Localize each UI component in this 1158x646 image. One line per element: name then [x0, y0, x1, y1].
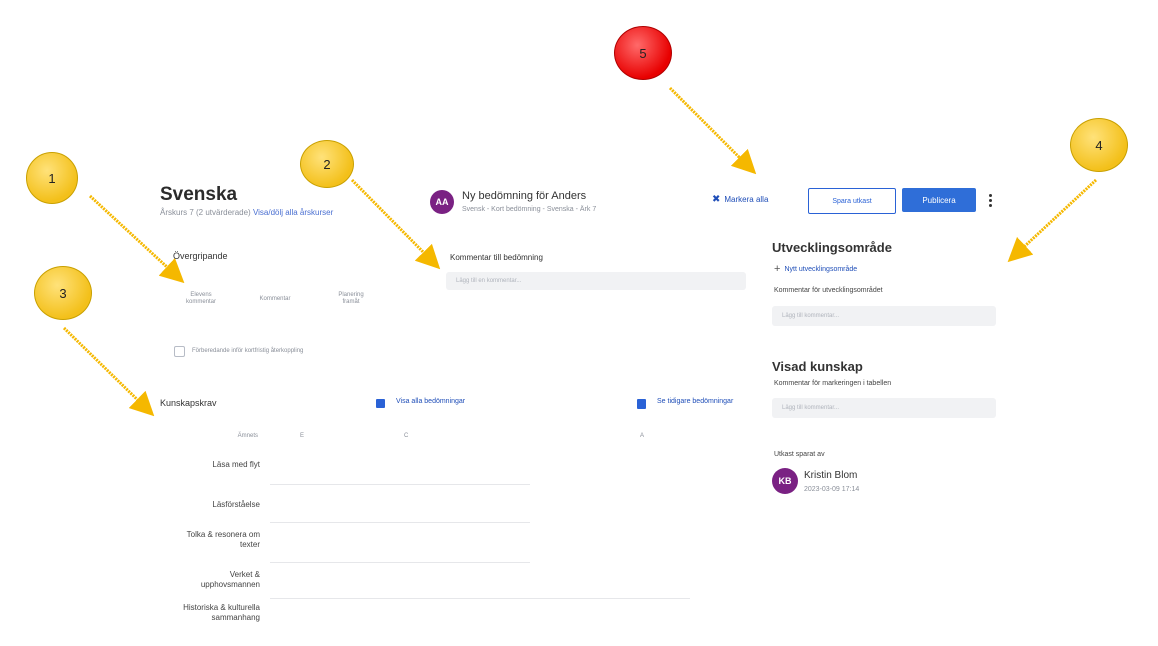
list-icon	[376, 399, 385, 408]
assessment-comment-label: Kommentar till bedömning	[450, 253, 543, 262]
row-divider	[270, 484, 530, 485]
toggle-years-link[interactable]: Visa/dölj alla årskurser	[253, 208, 333, 217]
arrow-2	[350, 178, 441, 270]
row-label-history-culture: Historiska & kulturella sammanhang	[183, 603, 260, 623]
publish-button[interactable]: Publicera	[902, 188, 976, 212]
author-timestamp: 2023-03-09 17:14	[804, 486, 860, 493]
subject-title: Svenska	[160, 184, 238, 205]
shown-knowledge-comment-label: Kommentar för markeringen i tabellen	[774, 380, 892, 387]
row-label-reading-fluency: Läsa med flyt	[212, 460, 260, 469]
development-area-title: Utvecklingsområde	[772, 240, 892, 255]
add-development-area-button[interactable]: + Nytt utvecklingsområde	[774, 263, 857, 275]
row-divider	[270, 562, 530, 563]
row-divider	[270, 522, 530, 523]
grade-header-value: E	[300, 433, 305, 439]
author-avatar: KB	[772, 468, 798, 494]
student-avatar: AA	[430, 190, 454, 214]
badge-5: 5	[614, 26, 672, 80]
plus-icon: +	[774, 263, 781, 275]
assessment-title: Ny bedömning för Anders	[462, 190, 587, 202]
development-comment-label: Kommentar för utvecklingsområdet	[774, 287, 883, 294]
tab-planning[interactable]: Planering framåt	[330, 292, 372, 306]
draft-saved-label: Utkast sparat av	[774, 451, 825, 458]
grade-header-label: Ämnets	[237, 433, 258, 439]
tab-student-comment[interactable]: Elevens kommentar	[180, 292, 222, 306]
subject-subtitle: Årskurs 7 (2 utvärderade) Visa/dölj alla…	[160, 208, 333, 217]
document-icon	[637, 399, 646, 409]
more-options-icon[interactable]	[989, 192, 992, 209]
show-all-assessments-link[interactable]: Visa alla bedömningar	[396, 398, 465, 405]
feedback-checkbox-label: Förberedande inför kortfristig återkoppl…	[192, 348, 304, 354]
assessment-comment-input[interactable]: Lägg till en kommentar...	[446, 272, 746, 290]
shown-knowledge-title: Visad kunskap	[772, 359, 863, 374]
mark-all-label: Markera alla	[724, 195, 769, 204]
row-label-work-author: Verket & upphovsmannen	[200, 570, 260, 590]
badge-2: 2	[300, 140, 354, 188]
assessment-subtitle: Svensk - Kort bedömning - Svenska - Ärk …	[462, 206, 597, 213]
arrow-5	[668, 86, 757, 175]
row-label-interpret: Tolka & resonera om texter	[186, 530, 260, 550]
previous-assessments-link[interactable]: Se tidigare bedömningar	[657, 398, 733, 405]
feedback-checkbox[interactable]	[174, 346, 185, 357]
arrow-3	[62, 326, 155, 417]
save-draft-button[interactable]: Spara utkast	[808, 188, 896, 214]
pin-icon: ✖	[712, 194, 721, 205]
row-divider	[270, 598, 690, 599]
grade-col-a: A	[640, 433, 645, 439]
row-label-reading-comprehension: Läsförståelse	[212, 500, 260, 509]
author-name: Kristin Blom	[804, 470, 858, 481]
arrow-4	[1007, 178, 1098, 263]
knowledge-heading: Kunskapskrav	[160, 398, 217, 408]
tab-comment[interactable]: Kommentar	[254, 296, 296, 303]
badge-1: 1	[26, 152, 78, 204]
add-development-area-label: Nytt utvecklingsområde	[784, 265, 858, 273]
shown-knowledge-comment-input[interactable]: Lägg till kommentar...	[772, 398, 996, 418]
subject-subtitle-text: Årskurs 7 (2 utvärderade)	[160, 208, 251, 217]
development-comment-input[interactable]: Lägg till kommentar...	[772, 306, 996, 326]
badge-4: 4	[1070, 118, 1128, 172]
grade-col-c: C	[404, 433, 409, 439]
overall-heading: Övergripande	[173, 251, 228, 261]
mark-all-button[interactable]: ✖ Markera alla	[712, 194, 768, 205]
badge-3: 3	[34, 266, 92, 320]
